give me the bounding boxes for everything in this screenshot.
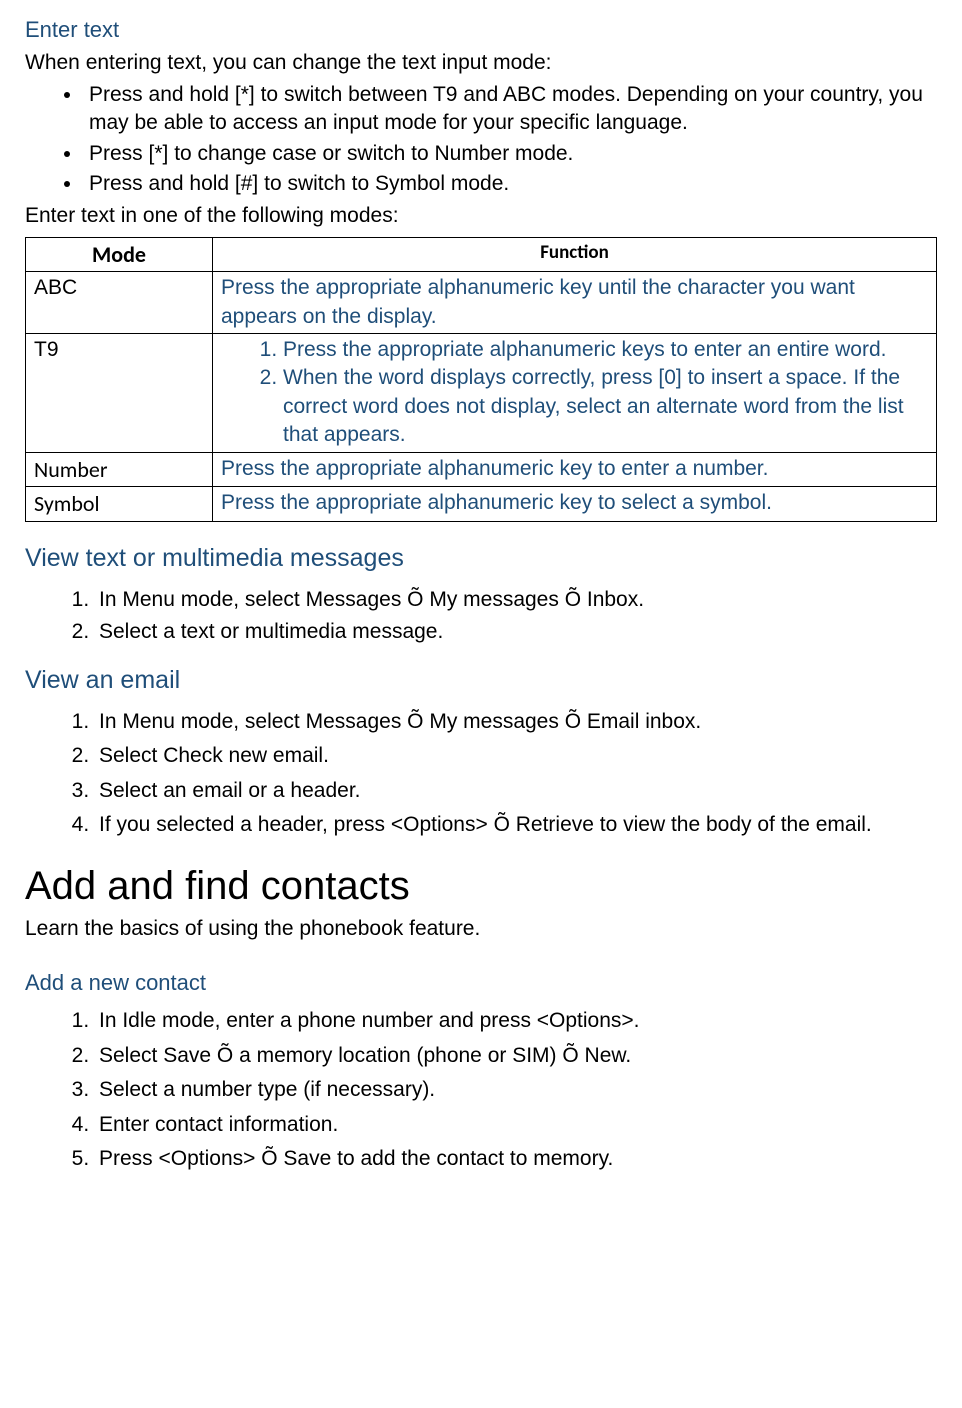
table-row: T9 Press the appropriate alphanumeric ke… — [26, 334, 937, 452]
list-item: Select a number type (if necessary). — [95, 1076, 937, 1104]
table-row: ABC Press the appropriate alphanumeric k… — [26, 272, 937, 334]
list-item: Press [*] to change case or switch to Nu… — [83, 140, 937, 168]
table-intro-text: Enter text in one of the following modes… — [25, 202, 937, 230]
table-header-row: Mode Function — [26, 237, 937, 272]
section-heading-view-messages: View text or multimedia messages — [25, 542, 937, 576]
cell-function: Press the appropriate alphanumeric keys … — [213, 334, 937, 452]
ordered-list: In Menu mode, select Messages Õ My messa… — [25, 708, 937, 839]
list-item: Press and hold [#] to switch to Symbol m… — [83, 170, 937, 198]
table-row: Symbol Press the appropriate alphanumeri… — [26, 487, 937, 522]
list-item: In Menu mode, select Messages Õ My messa… — [95, 586, 937, 614]
section-heading-add-contact: Add a new contact — [25, 968, 937, 998]
cell-function: Press the appropriate alphanumeric key u… — [213, 272, 937, 334]
section-heading-view-email: View an email — [25, 664, 937, 698]
col-header-function: Function — [213, 237, 937, 272]
cell-mode: Symbol — [26, 487, 213, 522]
section-heading-add-find-contacts: Add and find contacts — [25, 859, 937, 913]
cell-function: Press the appropriate alphanumeric key t… — [213, 452, 937, 487]
list-item: Press the appropriate alphanumeric keys … — [283, 336, 928, 364]
list-item: Select a text or multimedia message. — [95, 618, 937, 646]
intro-text: When entering text, you can change the t… — [25, 49, 937, 77]
col-header-mode: Mode — [26, 237, 213, 272]
intro-text: Learn the basics of using the phonebook … — [25, 915, 937, 943]
cell-mode: Number — [26, 452, 213, 487]
list-item: When the word displays correctly, press … — [283, 364, 928, 449]
ordered-list: In Menu mode, select Messages Õ My messa… — [25, 586, 937, 647]
list-item: Select Save Õ a memory location (phone o… — [95, 1042, 937, 1070]
list-item: Enter contact information. — [95, 1111, 937, 1139]
cell-function: Press the appropriate alphanumeric key t… — [213, 487, 937, 522]
cell-mode: T9 — [26, 334, 213, 452]
list-item: Press <Options> Õ Save to add the contac… — [95, 1145, 937, 1173]
list-item: In Menu mode, select Messages Õ My messa… — [95, 708, 937, 736]
modes-table: Mode Function ABC Press the appropriate … — [25, 237, 937, 522]
list-item: In Idle mode, enter a phone number and p… — [95, 1007, 937, 1035]
ordered-list: In Idle mode, enter a phone number and p… — [25, 1007, 937, 1173]
list-item: Select an email or a header. — [95, 777, 937, 805]
table-row: Number Press the appropriate alphanumeri… — [26, 452, 937, 487]
cell-mode: ABC — [26, 272, 213, 334]
bullet-list: Press and hold [*] to switch between T9 … — [25, 81, 937, 198]
list-item: Select Check new email. — [95, 742, 937, 770]
list-item: If you selected a header, press <Options… — [95, 811, 937, 839]
list-item: Press and hold [*] to switch between T9 … — [83, 81, 937, 138]
section-heading-enter-text: Enter text — [25, 15, 937, 45]
